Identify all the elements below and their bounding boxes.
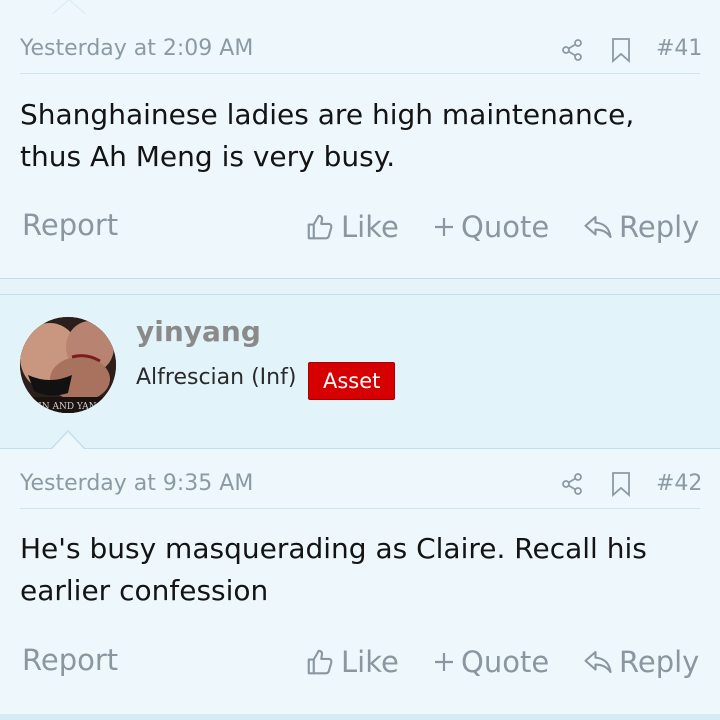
- avatar[interactable]: YIN AND YANG: [20, 317, 116, 413]
- username-link[interactable]: yinyang: [136, 315, 261, 348]
- post-message: Shanghainese ladies are high maintenance…: [20, 94, 700, 178]
- bookmark-icon[interactable]: [610, 37, 632, 67]
- quote-button[interactable]: Quote: [433, 645, 549, 679]
- post-text-line: He's busy masquerading as Claire. Recall…: [20, 532, 647, 565]
- reply-label: Reply: [619, 210, 700, 244]
- user-title: Alfrescian (Inf): [136, 365, 297, 390]
- post-date[interactable]: Yesterday at 2:09 AM: [20, 36, 253, 61]
- post-number[interactable]: #42: [656, 471, 702, 496]
- next-post-edge: [0, 714, 720, 720]
- thumbs-up-icon: [307, 214, 333, 240]
- meta-divider: [20, 73, 700, 74]
- reply-label: Reply: [619, 645, 700, 679]
- meta-divider: [20, 508, 700, 509]
- reply-arrow-icon: [584, 215, 612, 239]
- like-label: Like: [341, 645, 399, 679]
- post-number[interactable]: #41: [656, 36, 702, 61]
- like-label: Like: [341, 210, 399, 244]
- share-icon[interactable]: [560, 38, 584, 66]
- share-icon[interactable]: [560, 472, 584, 500]
- quote-label: Quote: [461, 645, 550, 679]
- plus-icon: [435, 653, 453, 671]
- reply-button[interactable]: Reply: [583, 645, 699, 679]
- post-text-line: earlier confession: [20, 574, 269, 607]
- plus-icon: [435, 218, 453, 236]
- post-date[interactable]: Yesterday at 9:35 AM: [20, 471, 253, 496]
- like-button[interactable]: Like: [305, 210, 399, 244]
- like-button[interactable]: Like: [305, 645, 399, 679]
- post-pointer-fill: [53, 0, 85, 14]
- thumbs-up-icon: [307, 649, 333, 675]
- report-button[interactable]: Report: [22, 643, 118, 677]
- quote-button[interactable]: Quote: [433, 210, 549, 244]
- user-banner-badge: Asset: [308, 362, 396, 400]
- bookmark-icon[interactable]: [610, 471, 632, 501]
- reply-arrow-icon: [584, 650, 612, 674]
- reply-button[interactable]: Reply: [583, 210, 699, 244]
- post-text-line: thus Ah Meng is very busy.: [20, 140, 396, 173]
- report-button[interactable]: Report: [22, 208, 118, 242]
- quote-label: Quote: [461, 210, 550, 244]
- post-text-line: Shanghainese ladies are high maintenance…: [20, 98, 635, 131]
- post-pointer-fill: [52, 432, 84, 449]
- post-message: He's busy masquerading as Claire. Recall…: [20, 528, 700, 612]
